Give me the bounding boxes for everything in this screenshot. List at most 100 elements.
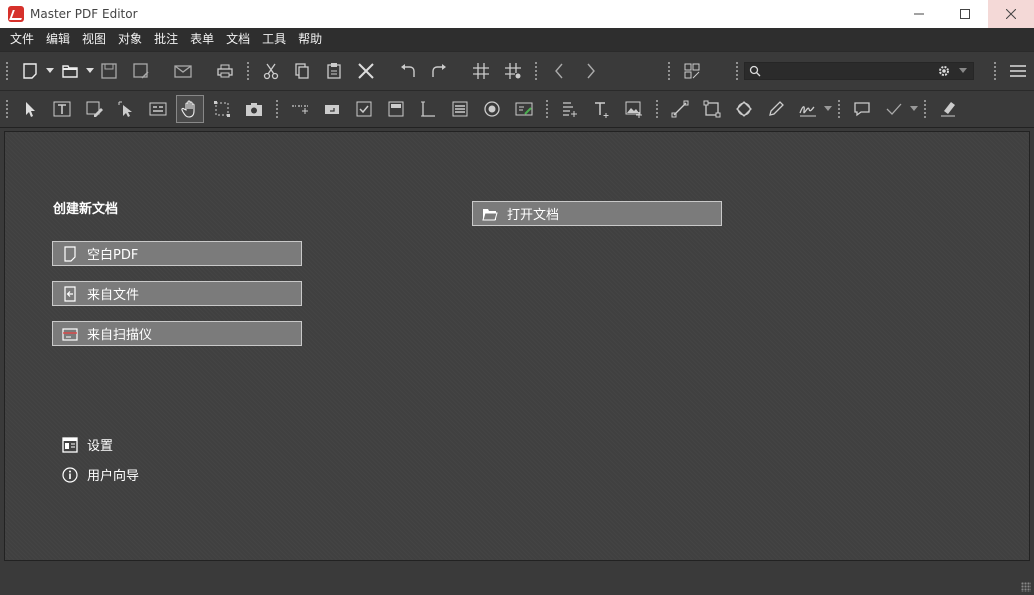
- select-area-icon: [214, 101, 230, 117]
- window-title: Master PDF Editor: [30, 7, 138, 21]
- snap-grid-button[interactable]: [499, 57, 527, 85]
- start-page: 创建新文档 空白PDF 来自文件 来自扫描仪 打开文档 设置 用户向导: [4, 131, 1030, 561]
- forward-button[interactable]: [577, 57, 605, 85]
- close-button[interactable]: [988, 0, 1034, 28]
- title-bar: Master PDF Editor: [0, 0, 1034, 28]
- menu-object[interactable]: 对象: [112, 28, 148, 51]
- comment-icon: [854, 102, 870, 117]
- delete-icon: [358, 63, 374, 79]
- text-tool-icon: [53, 101, 71, 117]
- typewriter-tool[interactable]: [588, 95, 616, 123]
- back-button[interactable]: [545, 57, 573, 85]
- toolbar-grip[interactable]: [245, 61, 250, 81]
- rectangle-icon: [703, 100, 721, 118]
- import-file-icon: [61, 285, 79, 303]
- undo-button[interactable]: [394, 57, 422, 85]
- add-text-tool[interactable]: [556, 95, 584, 123]
- chevron-down-icon[interactable]: [959, 68, 968, 74]
- redo-button[interactable]: [426, 57, 454, 85]
- new-document-dropdown[interactable]: [45, 57, 54, 85]
- checkmark-tool[interactable]: [880, 95, 908, 123]
- grid-button[interactable]: [467, 57, 495, 85]
- gear-icon[interactable]: [937, 64, 951, 78]
- maximize-icon: [960, 9, 970, 19]
- toolbar-grip[interactable]: [667, 61, 672, 81]
- pencil-tool[interactable]: [762, 95, 790, 123]
- toolbar-grip[interactable]: [993, 61, 998, 81]
- menu-document[interactable]: 文档: [220, 28, 256, 51]
- signature-icon: [799, 106, 816, 117]
- paste-button[interactable]: [320, 57, 348, 85]
- toolbar-grip[interactable]: [655, 99, 659, 119]
- menu-tools[interactable]: 工具: [256, 28, 292, 51]
- edit-text-tool[interactable]: [80, 95, 108, 123]
- toolbar-grip[interactable]: [837, 99, 841, 119]
- menu-help[interactable]: 帮助: [292, 28, 328, 51]
- toolbar-grip[interactable]: [545, 99, 549, 119]
- menu-forms[interactable]: 表单: [184, 28, 220, 51]
- button-field-icon: [325, 105, 339, 114]
- button-field-tool[interactable]: [318, 95, 346, 123]
- create-document-title: 创建新文档: [53, 202, 119, 217]
- new-document-button[interactable]: [16, 57, 44, 85]
- save-as-button[interactable]: [127, 57, 155, 85]
- email-button[interactable]: [169, 57, 197, 85]
- print-button[interactable]: [211, 57, 239, 85]
- select-area-tool[interactable]: [208, 95, 236, 123]
- toolbar-grip[interactable]: [923, 99, 927, 119]
- comment-tool[interactable]: [848, 95, 876, 123]
- maximize-button[interactable]: [942, 0, 988, 28]
- from-file-button[interactable]: 来自文件: [52, 281, 302, 306]
- blank-pdf-button[interactable]: 空白PDF: [52, 241, 302, 266]
- open-button[interactable]: [56, 57, 84, 85]
- toolbar-grip[interactable]: [5, 61, 9, 81]
- radio-field-tool[interactable]: [478, 95, 506, 123]
- signature-dropdown[interactable]: [824, 95, 832, 123]
- select-tool[interactable]: [16, 95, 44, 123]
- compare-icon: [684, 63, 700, 79]
- text-field-tool[interactable]: [414, 95, 442, 123]
- settings-link[interactable]: 设置: [61, 435, 113, 454]
- toolbar-grip[interactable]: [5, 99, 9, 119]
- combo-field-tool[interactable]: [382, 95, 410, 123]
- user-guide-link[interactable]: 用户向导: [61, 465, 139, 484]
- text-tool[interactable]: [48, 95, 76, 123]
- minimize-button[interactable]: [896, 0, 942, 28]
- menu-edit[interactable]: 编辑: [40, 28, 76, 51]
- image-tool[interactable]: [620, 95, 648, 123]
- snap-grid-icon: [504, 63, 521, 79]
- copy-button[interactable]: [288, 57, 316, 85]
- menu-comments[interactable]: 批注: [148, 28, 184, 51]
- edit-object-icon: [118, 101, 132, 117]
- checkbox-field-tool[interactable]: [350, 95, 378, 123]
- hand-tool[interactable]: [176, 95, 204, 123]
- signature-field-tool[interactable]: [510, 95, 538, 123]
- combo-field-icon: [388, 101, 404, 117]
- line-tool[interactable]: [666, 95, 694, 123]
- toolbar-grip[interactable]: [735, 61, 740, 81]
- save-button[interactable]: [96, 57, 124, 85]
- from-scanner-button[interactable]: 来自扫描仪: [52, 321, 302, 346]
- delete-button[interactable]: [352, 57, 380, 85]
- open-document-button[interactable]: 打开文档: [472, 201, 722, 226]
- toolbar-grip[interactable]: [533, 61, 538, 81]
- resize-grip-icon[interactable]: [1021, 582, 1031, 592]
- cut-button[interactable]: [257, 57, 285, 85]
- snapshot-tool[interactable]: [240, 95, 268, 123]
- checkmark-dropdown[interactable]: [910, 95, 918, 123]
- open-dropdown[interactable]: [85, 57, 94, 85]
- main-menu-button[interactable]: [1004, 57, 1032, 85]
- rectangle-tool[interactable]: [698, 95, 726, 123]
- eraser-tool[interactable]: [934, 95, 962, 123]
- edit-object-tool[interactable]: [112, 95, 140, 123]
- list-field-tool[interactable]: [446, 95, 474, 123]
- chevron-down-icon: [45, 68, 54, 73]
- signature-tool[interactable]: [794, 95, 822, 123]
- tab-order-tool[interactable]: [286, 95, 314, 123]
- menu-file[interactable]: 文件: [4, 28, 40, 51]
- toolbar-grip[interactable]: [275, 99, 279, 119]
- form-field-tool[interactable]: [144, 95, 172, 123]
- compare-button[interactable]: [678, 57, 706, 85]
- menu-view[interactable]: 视图: [76, 28, 112, 51]
- polygon-tool[interactable]: [730, 95, 758, 123]
